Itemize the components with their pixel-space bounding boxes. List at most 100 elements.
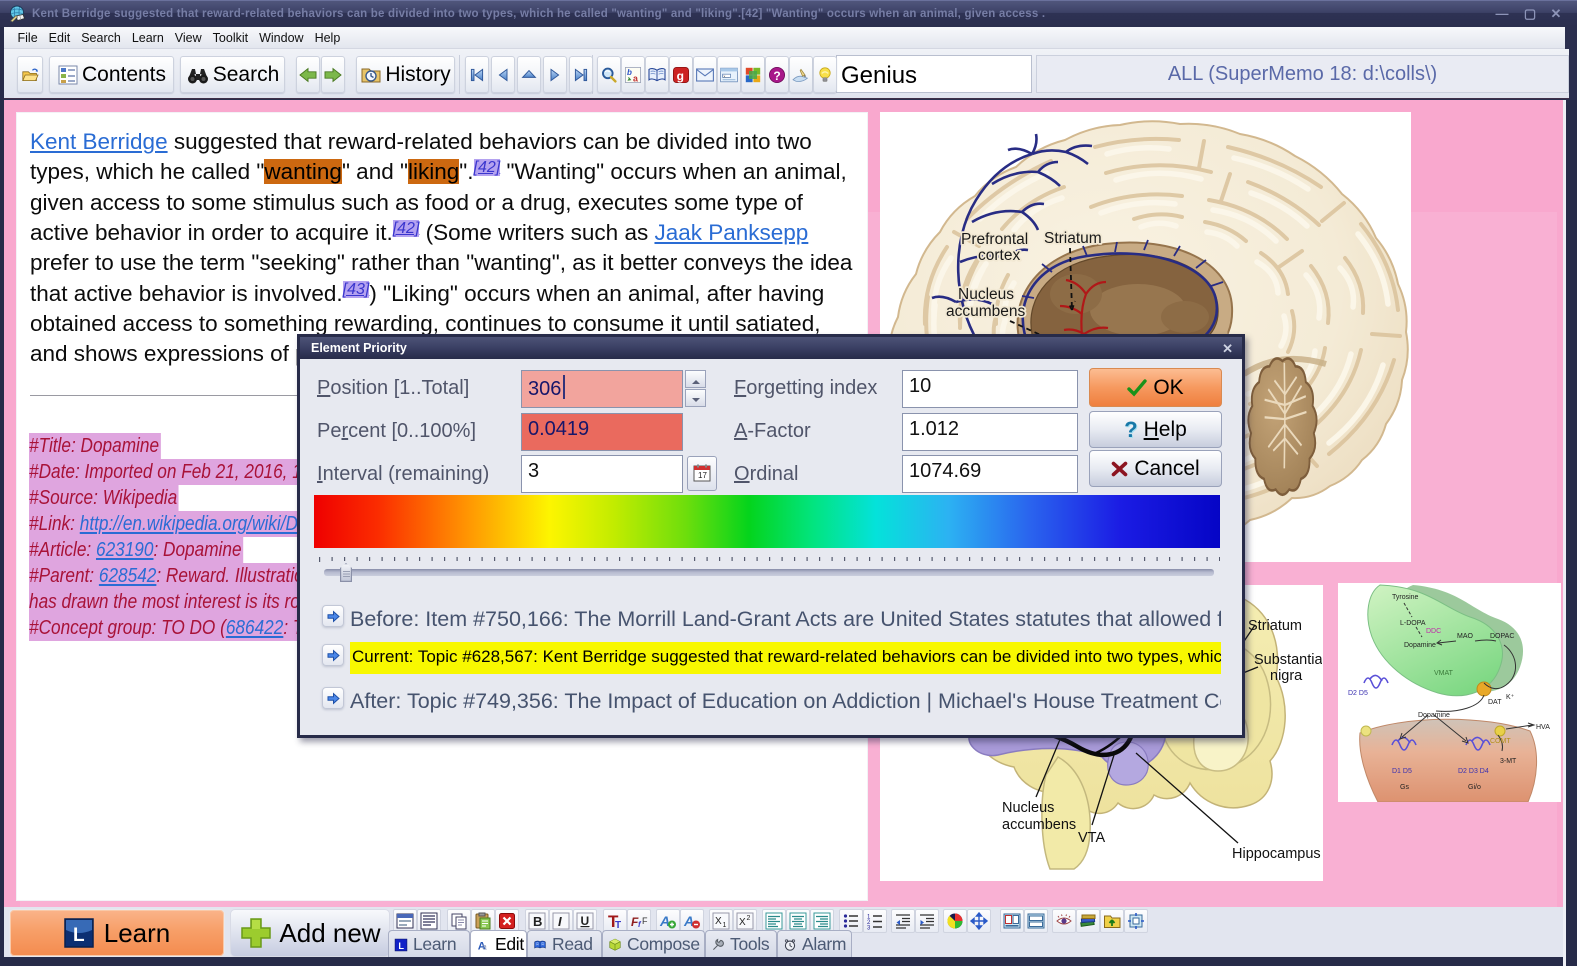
dialog-close-icon[interactable]: ✕ — [1222, 341, 1233, 357]
dictionary-button[interactable] — [645, 56, 669, 93]
svg-text:L: L — [73, 925, 85, 946]
ordinal-field[interactable]: 1074.69 — [902, 455, 1078, 493]
priority-spectrum-bar[interactable] — [314, 495, 1220, 548]
priority-slider-thumb[interactable] — [340, 563, 352, 582]
parent-element-button[interactable] — [517, 56, 541, 93]
books-icon — [1079, 912, 1097, 930]
hyperlink[interactable]: 623190 — [96, 538, 153, 561]
maximize-button[interactable]: ▢ — [1517, 7, 1543, 22]
window-form-icon: x... — [719, 67, 738, 83]
tip-button[interactable] — [813, 56, 837, 93]
next-element-button[interactable] — [543, 56, 567, 93]
nav-first-icon — [469, 67, 485, 83]
tab-alarm[interactable]: Alarm — [777, 930, 852, 958]
export-button[interactable] — [1100, 909, 1124, 933]
hyperlink[interactable]: 686422 — [226, 616, 283, 639]
learn-icon: L — [64, 918, 94, 948]
learn-button[interactable]: L Learn — [9, 909, 225, 957]
concept-group-input[interactable] — [836, 55, 1032, 93]
arrow-right-icon — [327, 610, 340, 623]
forward-button[interactable] — [321, 56, 345, 93]
menu-toolkit[interactable]: Toolkit — [207, 27, 253, 49]
close-button[interactable]: ✕ — [1543, 7, 1569, 22]
a-factor-field[interactable]: 1.012 — [902, 413, 1078, 451]
forgetting-index-field[interactable]: 10 — [902, 370, 1078, 408]
menu-learn[interactable]: Learn — [126, 27, 169, 49]
goto-before-button[interactable] — [322, 605, 344, 627]
minimize-button[interactable]: — — [1489, 7, 1515, 22]
sketch-button[interactable] — [789, 56, 813, 93]
synapse-diagram-image[interactable]: Tyrosine L-DOPA DDC Dopamine MAO DOPAC D… — [1338, 583, 1561, 802]
citation-ref[interactable]: [43] — [343, 281, 370, 298]
position-spin-down[interactable] — [685, 389, 706, 407]
menu-help[interactable]: Help — [309, 27, 346, 49]
lookup-button[interactable]: ba — [621, 56, 645, 93]
arrow-left-green-icon — [298, 66, 319, 84]
help-me-button[interactable]: ? — [765, 56, 789, 93]
citation-ref[interactable]: [42] — [474, 159, 501, 176]
current-item-text[interactable]: Current: Topic #628,567: Kent Berridge s… — [350, 642, 1221, 674]
search-button[interactable]: Search — [180, 56, 285, 93]
search-texts-button[interactable] — [597, 56, 621, 93]
tab-label: Edit — [495, 934, 524, 955]
text-run: wanting — [264, 159, 342, 184]
tab-learn[interactable]: LLearn — [388, 930, 470, 958]
position-spin-up[interactable] — [685, 370, 706, 388]
position-field[interactable]: 306 — [521, 370, 683, 408]
dialog-title-bar[interactable]: Element Priority ✕ — [300, 337, 1242, 359]
tab-compose[interactable]: Compose — [602, 930, 705, 958]
tab-read[interactable]: Read — [527, 930, 602, 958]
fullscreen-button[interactable] — [1124, 909, 1148, 933]
history-button[interactable]: History — [356, 56, 455, 93]
prev-element-button[interactable] — [491, 56, 515, 93]
before-item-text[interactable]: Before: Item #750,166: The Morrill Land-… — [350, 607, 1221, 632]
menu-window[interactable]: Window — [254, 27, 309, 49]
numbered-list-button[interactable]: 123 — [863, 909, 887, 933]
tab-learn-icon: L — [394, 938, 407, 951]
add-new-button[interactable]: Add new — [230, 909, 390, 957]
hyperlink[interactable]: Kent Berridge — [30, 129, 168, 154]
menu-view[interactable]: View — [169, 27, 207, 49]
help-button[interactable]: ?Help — [1089, 411, 1222, 448]
citation-ref[interactable]: [42] — [393, 220, 420, 237]
open-collection-button[interactable] — [17, 56, 43, 93]
comment-button[interactable]: x... — [717, 56, 741, 93]
registry-button[interactable] — [1076, 909, 1100, 933]
after-item-text[interactable]: After: Topic #749,356: The Impact of Edu… — [350, 689, 1221, 714]
first-element-button[interactable] — [465, 56, 489, 93]
contents-button[interactable]: Contents — [49, 56, 174, 93]
preview-button[interactable] — [1052, 909, 1076, 933]
svg-text:Gi/o: Gi/o — [1468, 784, 1481, 791]
hyperlink[interactable]: 628542 — [99, 564, 156, 587]
email-button[interactable] — [693, 56, 717, 93]
priority-slider[interactable] — [324, 569, 1214, 576]
google-button[interactable]: g — [669, 56, 693, 93]
menu-search[interactable]: Search — [76, 27, 127, 49]
text-run: #Parent: — [29, 564, 99, 587]
goto-current-button[interactable] — [322, 644, 344, 666]
mosaic-button[interactable] — [741, 56, 765, 93]
move-button[interactable] — [967, 909, 991, 933]
svg-text:A: A — [659, 913, 670, 929]
last-element-button[interactable] — [569, 56, 593, 93]
tile-window-button[interactable] — [1024, 909, 1048, 933]
ok-button[interactable]: OK — [1089, 368, 1222, 407]
menu-file[interactable]: File — [12, 27, 43, 49]
tab-tools[interactable]: Tools — [705, 930, 777, 958]
x-icon — [1111, 461, 1128, 477]
interval-field[interactable]: 3 — [521, 455, 683, 493]
outdent-button[interactable] — [891, 909, 915, 933]
menu-edit[interactable]: Edit — [43, 27, 76, 49]
percent-field[interactable]: 0.0419 — [521, 413, 683, 451]
back-button[interactable] — [296, 56, 320, 93]
calendar-button[interactable]: 17 — [687, 456, 717, 491]
text-run: liking — [408, 159, 459, 184]
split-window-button[interactable] — [1000, 909, 1024, 933]
hyperlink[interactable]: Jaak Panksepp — [654, 220, 808, 245]
tab-edit[interactable]: AaEdit — [470, 930, 527, 958]
indent-button[interactable] — [915, 909, 939, 933]
cancel-button[interactable]: Cancel — [1089, 450, 1222, 487]
goto-after-button[interactable] — [322, 687, 344, 709]
contents-tree-icon — [57, 64, 79, 86]
color-wheel-button[interactable] — [943, 909, 967, 933]
